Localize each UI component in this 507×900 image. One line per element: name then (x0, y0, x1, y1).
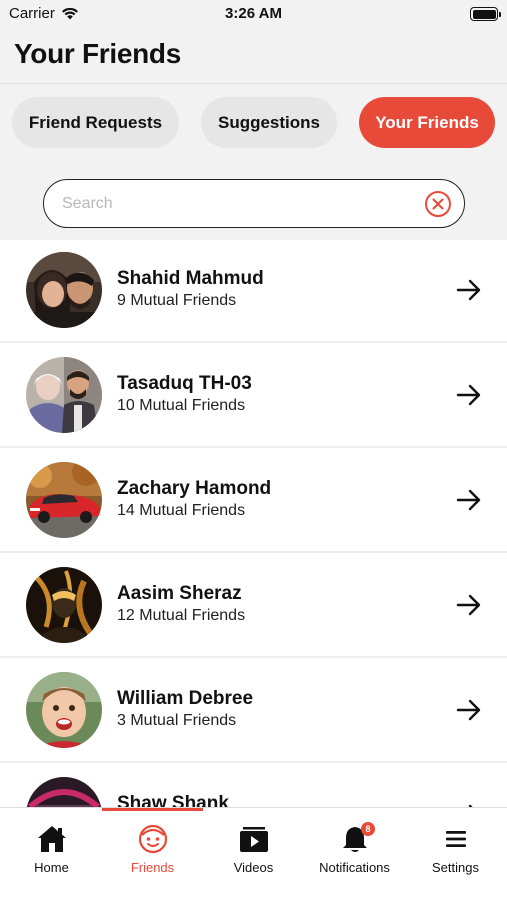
arrow-right-icon[interactable] (456, 488, 482, 512)
friend-row[interactable]: William Debree 3 Mutual Friends (0, 660, 507, 763)
page-title: Your Friends (14, 38, 182, 69)
arrow-right-icon[interactable] (456, 698, 482, 722)
arrow-right-icon[interactable] (456, 383, 482, 407)
tabbar-label: Home (34, 860, 69, 875)
arrow-right-icon[interactable] (456, 593, 482, 617)
friend-name: Tasaduq TH-03 (117, 373, 252, 394)
friend-row[interactable]: Zachary Hamond 14 Mutual Friends (0, 450, 507, 553)
tabbar-item-settings[interactable]: Settings (405, 808, 506, 900)
mutual-friends-count: 9 Mutual Friends (117, 292, 237, 309)
avatar (26, 672, 102, 748)
avatar (26, 357, 102, 433)
mutual-friends-count: 14 Mutual Friends (117, 502, 246, 519)
friends-icon (138, 824, 167, 854)
mutual-friends-count: 3 Mutual Friends (117, 712, 237, 729)
avatar (26, 462, 102, 538)
tabbar-label: Videos (233, 860, 274, 875)
tabbar-item-friends[interactable]: Friends (102, 808, 203, 900)
search-bar (43, 179, 465, 228)
friend-row[interactable]: Tasaduq TH-03 10 Mutual Friends (0, 345, 507, 448)
friend-name: Shahid Mahmud (117, 268, 264, 289)
avatar (26, 777, 102, 807)
tabbar-item-videos[interactable]: Videos (203, 808, 304, 900)
tabbar-label: Notifications (319, 860, 390, 875)
search-input[interactable] (62, 192, 412, 216)
friend-name: William Debree (117, 688, 254, 709)
tabbar-item-notifications[interactable]: 8 Notifications (304, 808, 405, 900)
arrow-right-icon[interactable] (456, 278, 482, 302)
status-time: 3:26 AM (225, 5, 282, 22)
menu-icon (445, 831, 466, 847)
tabbar-label: Friends (130, 860, 175, 875)
friend-name: Shaw Shank (117, 793, 229, 807)
mutual-friends-count: 12 Mutual Friends (117, 607, 246, 624)
status-bar: Carrier 3:26 AM (0, 0, 507, 28)
mutual-friends-count: 10 Mutual Friends (117, 397, 246, 414)
avatar (26, 567, 102, 643)
battery-icon (470, 7, 501, 21)
friend-name: Aasim Sheraz (117, 583, 242, 604)
home-icon (37, 826, 66, 852)
tab-suggestions[interactable]: Suggestions (201, 97, 337, 148)
nav-header: Your Friends (0, 28, 507, 84)
friend-row[interactable]: Shahid Mahmud 9 Mutual Friends (0, 240, 507, 343)
friends-list: Shahid Mahmud 9 Mutual Friends Tasaduq T… (0, 240, 507, 807)
clear-search-icon[interactable] (424, 190, 452, 218)
tab-your-friends[interactable]: Your Friends (359, 97, 495, 148)
tabbar-item-home[interactable]: Home (1, 808, 102, 900)
tabbar-label: Settings (432, 860, 479, 875)
tab-friend-requests[interactable]: Friend Requests (12, 97, 179, 148)
friend-row[interactable]: Shaw Shank (0, 765, 507, 807)
avatar (26, 252, 102, 328)
friends-tabs: Friend Requests Suggestions Your Friends (0, 97, 507, 149)
friend-name: Zachary Hamond (117, 478, 272, 499)
bottom-tab-bar: Home Friends Videos 8 Notifications Sett… (0, 807, 507, 900)
notification-badge: 8 (361, 822, 375, 836)
videos-icon (239, 827, 268, 852)
friend-row[interactable]: Aasim Sheraz 12 Mutual Friends (0, 555, 507, 658)
